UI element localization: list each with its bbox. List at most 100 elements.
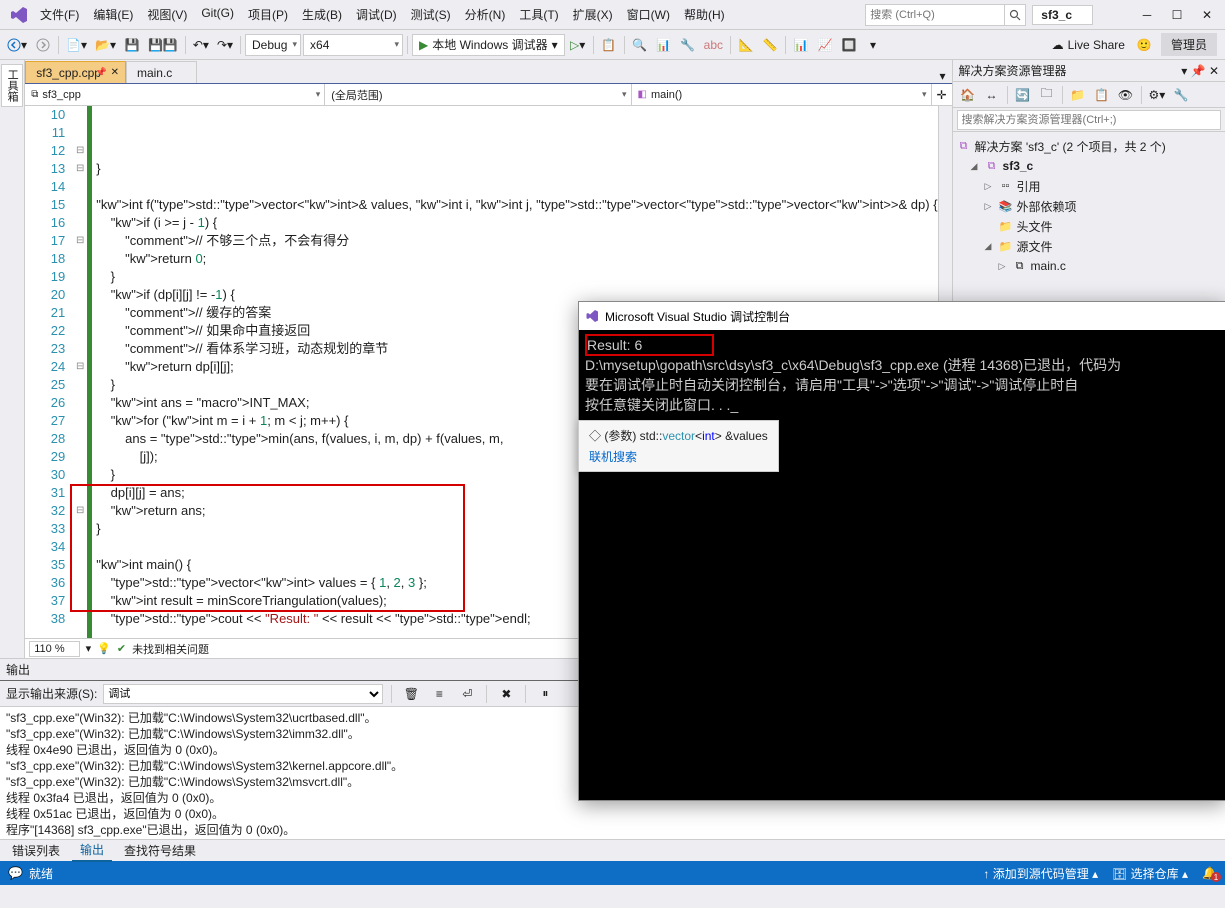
console-titlebar[interactable]: Microsoft Visual Studio 调试控制台 bbox=[579, 302, 1225, 330]
tree-external[interactable]: ▷📚外部依赖项 bbox=[957, 196, 1221, 216]
nav-back-button[interactable]: ▾ bbox=[4, 34, 30, 56]
menu-window[interactable]: 窗口(W) bbox=[621, 2, 676, 27]
vs-icon bbox=[585, 309, 599, 323]
tb-icon-7[interactable]: 📏 bbox=[759, 34, 781, 56]
search-input[interactable] bbox=[870, 9, 1000, 21]
panel-pin-icon[interactable]: 📌 bbox=[1191, 64, 1206, 78]
se-sync-icon[interactable]: ↔ bbox=[981, 84, 1003, 106]
run-no-debug-button[interactable]: ▷▾ bbox=[567, 34, 589, 56]
close-button[interactable]: ✕ bbox=[1193, 4, 1221, 26]
tab-error-list[interactable]: 错误列表 bbox=[4, 840, 68, 861]
left-sidebar: 工具箱 bbox=[0, 60, 25, 658]
solution-tree: ⧉解决方案 'sf3_c' (2 个项目，共 2 个) ◢⧉sf3_c ▷▫▫引… bbox=[953, 132, 1225, 280]
save-all-button[interactable]: 💾💾 bbox=[145, 34, 181, 56]
se-properties-icon[interactable]: 📋 bbox=[1091, 84, 1113, 106]
se-preview-icon[interactable]: 👁 bbox=[1115, 84, 1137, 106]
live-share-button[interactable]: ☁ Live Share bbox=[1046, 38, 1131, 52]
tab-output[interactable]: 输出 bbox=[72, 839, 112, 862]
se-collapse-icon[interactable]: 🗀 bbox=[1036, 84, 1058, 106]
nav-member-combo[interactable]: ◧main() bbox=[632, 84, 932, 105]
run-debugger-button[interactable]: ▶本地 Windows 调试器 ▾ bbox=[412, 34, 565, 56]
tab-sf3-cpp[interactable]: sf3_cpp.cpp📌✕ bbox=[25, 61, 126, 83]
menu-view[interactable]: 视图(V) bbox=[141, 2, 193, 27]
se-wrench-icon[interactable]: 🔧 bbox=[1170, 84, 1192, 106]
tb-icon-11[interactable]: ▾ bbox=[862, 34, 884, 56]
menu-tools[interactable]: 工具(T) bbox=[513, 2, 564, 27]
se-show-all-icon[interactable]: 📁 bbox=[1067, 84, 1089, 106]
platform-dropdown[interactable]: x64 bbox=[303, 34, 403, 56]
tb-icon-3[interactable]: 📊 bbox=[653, 34, 675, 56]
tab-find-symbol[interactable]: 查找符号结果 bbox=[116, 840, 204, 861]
config-dropdown[interactable]: Debug bbox=[245, 34, 301, 56]
menu-edit[interactable]: 编辑(E) bbox=[87, 2, 139, 27]
output-source-select[interactable]: 调试 bbox=[103, 684, 383, 704]
tb-icon-8[interactable]: 📊 bbox=[790, 34, 812, 56]
tb-icon-6[interactable]: 📐 bbox=[735, 34, 757, 56]
panel-close-icon[interactable]: ✕ bbox=[1209, 64, 1219, 78]
add-to-source-control[interactable]: ↑ 添加到源代码管理 ▴ bbox=[983, 865, 1098, 882]
search-box[interactable] bbox=[865, 4, 1005, 26]
nav-fwd-button[interactable] bbox=[32, 34, 54, 56]
close-icon[interactable]: ✕ bbox=[111, 67, 119, 78]
undo-button[interactable]: ↶▾ bbox=[190, 34, 212, 56]
panel-dropdown-icon[interactable]: ▾ bbox=[1181, 64, 1187, 78]
bulb-icon[interactable]: 💡 bbox=[97, 642, 111, 655]
out-clear-icon[interactable]: 🗑 bbox=[400, 683, 422, 705]
tb-icon-4[interactable]: 🔧 bbox=[677, 34, 699, 56]
tb-icon-2[interactable]: 🔍 bbox=[629, 34, 651, 56]
menu-file[interactable]: 文件(F) bbox=[34, 2, 85, 27]
nav-split-icon[interactable]: ✛ bbox=[932, 84, 952, 105]
out-pause-icon[interactable]: ⏸ bbox=[534, 683, 556, 705]
open-button[interactable]: 📂▾ bbox=[92, 34, 119, 56]
select-repo[interactable]: 🗄 选择仓库 ▴ bbox=[1112, 865, 1188, 882]
tree-sources[interactable]: ◢📁源文件 bbox=[957, 236, 1221, 256]
menu-test[interactable]: 测试(S) bbox=[405, 2, 457, 27]
tooltip-search-link[interactable]: 联机搜索 bbox=[589, 448, 768, 465]
se-refresh-icon[interactable]: 🔄 bbox=[1012, 84, 1034, 106]
maximize-button[interactable]: ☐ bbox=[1163, 4, 1191, 26]
tb-icon-9[interactable]: 📈 bbox=[814, 34, 836, 56]
tree-project[interactable]: ◢⧉sf3_c bbox=[957, 156, 1221, 176]
menu-build[interactable]: 生成(B) bbox=[296, 2, 348, 27]
se-home-icon[interactable]: 🏠 bbox=[957, 84, 979, 106]
tb-icon-10[interactable]: 🔲 bbox=[838, 34, 860, 56]
nav-project-combo[interactable]: ⧉sf3_cpp bbox=[25, 84, 325, 105]
tab-dropdown-icon[interactable]: ▾ bbox=[934, 69, 952, 83]
search-button[interactable] bbox=[1004, 4, 1026, 26]
redo-button[interactable]: ↷▾ bbox=[214, 34, 236, 56]
new-project-button[interactable]: 📄▾ bbox=[63, 34, 90, 56]
out-wrap-icon[interactable]: ⏎ bbox=[456, 683, 478, 705]
out-toggle-icon[interactable]: ≡ bbox=[428, 683, 450, 705]
tree-headers[interactable]: 📁头文件 bbox=[957, 216, 1221, 236]
line-numbers: 1011121314151617181920212223242526272829… bbox=[25, 106, 73, 638]
console-output[interactable]: Result: 6 D:\mysetup\gopath\src\dsy\sf3_… bbox=[579, 330, 1225, 420]
out-clear2-icon[interactable]: ✖ bbox=[495, 683, 517, 705]
console-result-highlight: Result: 6 bbox=[585, 334, 714, 356]
save-button[interactable]: 💾 bbox=[121, 34, 143, 56]
pin-icon[interactable]: 📌 bbox=[96, 67, 107, 78]
status-ready: 💬 就绪 bbox=[8, 865, 53, 882]
project-name: sf3_c bbox=[1032, 5, 1093, 25]
tb-icon-5[interactable]: abc bbox=[701, 34, 726, 56]
menu-debug[interactable]: 调试(D) bbox=[350, 2, 403, 27]
tree-references[interactable]: ▷▫▫引用 bbox=[957, 176, 1221, 196]
tree-main-c[interactable]: ▷⧉main.c bbox=[957, 256, 1221, 276]
zoom-level[interactable]: 110 % bbox=[29, 641, 79, 657]
menu-git[interactable]: Git(G) bbox=[195, 2, 240, 27]
se-filter-icon[interactable]: ⚙▾ bbox=[1146, 84, 1169, 106]
nav-scope-combo[interactable]: (全局范围) bbox=[325, 84, 631, 105]
menu-analyze[interactable]: 分析(N) bbox=[459, 2, 512, 27]
solution-search-input[interactable] bbox=[957, 110, 1221, 130]
no-issues-icon: ✔ bbox=[117, 642, 126, 655]
minimize-button[interactable]: ─ bbox=[1133, 4, 1161, 26]
tab-main-c[interactable]: main.c bbox=[126, 61, 197, 83]
menu-help[interactable]: 帮助(H) bbox=[678, 2, 731, 27]
notifications-icon[interactable]: 🔔1 bbox=[1202, 866, 1217, 880]
toolbox-tab[interactable]: 工具箱 bbox=[1, 64, 23, 107]
tree-solution-root[interactable]: ⧉解决方案 'sf3_c' (2 个项目，共 2 个) bbox=[957, 136, 1221, 156]
admin-badge: 管理员 bbox=[1161, 33, 1217, 56]
menu-extensions[interactable]: 扩展(X) bbox=[567, 2, 619, 27]
menu-project[interactable]: 项目(P) bbox=[242, 2, 294, 27]
feedback-button[interactable]: 🙂 bbox=[1133, 34, 1155, 56]
tb-icon-1[interactable]: 📋 bbox=[598, 34, 620, 56]
